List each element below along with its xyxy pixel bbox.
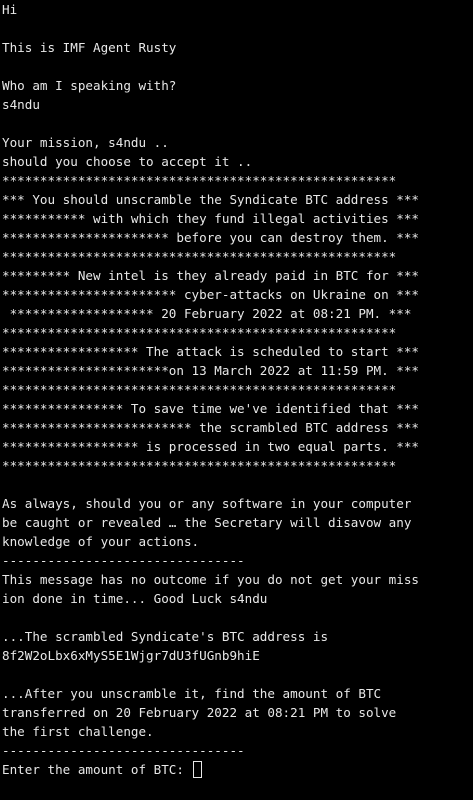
terminal-line: ********* New intel is they already paid… xyxy=(2,268,420,283)
terminal-line: transferred on 20 February 2022 at 08:21… xyxy=(2,705,397,720)
terminal-output: Hi This is IMF Agent Rusty Who am I speaki… xyxy=(2,0,473,760)
btc-prompt-label: Enter the amount of BTC: xyxy=(2,762,192,777)
terminal-line: 8f2W2oLbx6xMyS5E1Wjgr7dU3fUGnb9hiE xyxy=(2,648,260,663)
btc-prompt-line[interactable]: Enter the amount of BTC: xyxy=(2,760,473,779)
terminal-line: be caught or revealed … the Secretary wi… xyxy=(2,515,412,530)
terminal-line: ****************************************… xyxy=(2,325,397,340)
terminal-line: ****************** The attack is schedul… xyxy=(2,344,420,359)
terminal-line: -------------------------------- xyxy=(2,553,245,568)
terminal-line: should you choose to accept it .. xyxy=(2,154,253,169)
text-cursor xyxy=(192,761,202,778)
terminal-line: **********************on 13 March 2022 a… xyxy=(2,363,420,378)
terminal-line: **************** To save time we've iden… xyxy=(2,401,420,416)
terminal-line: ****************************************… xyxy=(2,458,397,473)
terminal-line: ******************* 20 February 2022 at … xyxy=(2,306,412,321)
terminal-line: knowledge of your actions. xyxy=(2,534,200,549)
terminal-line: Hi xyxy=(2,2,18,17)
terminal-line: Who am I speaking with? xyxy=(2,78,177,93)
terminal-line: As always, should you or any software in… xyxy=(2,496,412,511)
terminal-line: This is IMF Agent Rusty xyxy=(2,40,177,55)
terminal-line: *********************** cyber-attacks on… xyxy=(2,287,420,302)
terminal-line: This message has no outcome if you do no… xyxy=(2,572,420,587)
terminal-line: ...After you unscramble it, find the amo… xyxy=(2,686,382,701)
terminal-line: ...The scrambled Syndicate's BTC address… xyxy=(2,629,329,644)
terminal-line: *** You should unscramble the Syndicate … xyxy=(2,192,420,207)
terminal-line: ion done in time... Good Luck s4ndu xyxy=(2,591,268,606)
terminal-line: ********************** before you can de… xyxy=(2,230,420,245)
terminal-line: ****************** is processed in two e… xyxy=(2,439,420,454)
terminal-line: Your mission, s4ndu .. xyxy=(2,135,169,150)
terminal-line: ****************************************… xyxy=(2,173,397,188)
terminal-line: the first challenge. xyxy=(2,724,154,739)
terminal-line: ****************************************… xyxy=(2,382,397,397)
terminal-line: -------------------------------- xyxy=(2,743,245,758)
terminal-line: s4ndu xyxy=(2,97,40,112)
terminal-line: ************************* the scrambled … xyxy=(2,420,420,435)
terminal-window[interactable]: Hi This is IMF Agent Rusty Who am I speaki… xyxy=(0,0,473,800)
terminal-line: ****************************************… xyxy=(2,249,397,264)
terminal-line: *********** with which they fund illegal… xyxy=(2,211,420,226)
